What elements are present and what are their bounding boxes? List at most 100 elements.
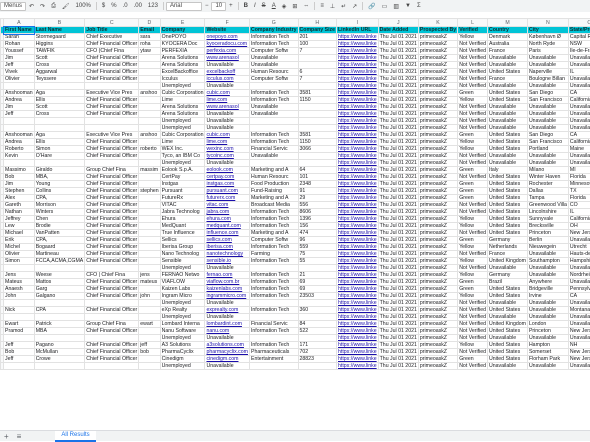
cell[interactable]: Thu Jul 01 2021 <box>378 104 418 111</box>
cell[interactable]: Lime <box>160 97 205 104</box>
cell[interactable]: https://www.linke <box>337 328 379 335</box>
cell[interactable]: Thu Jul 01 2021 <box>378 202 418 209</box>
cell[interactable]: Unavailable <box>568 125 590 132</box>
cell[interactable] <box>139 251 160 258</box>
cell[interactable]: Chief Financial Officer <box>85 62 139 69</box>
column-title-cell[interactable]: Verified <box>458 27 488 34</box>
rotate-icon[interactable]: ↗ <box>349 3 360 10</box>
cell[interactable]: Unavailable <box>568 104 590 111</box>
name-box[interactable]: Menus <box>0 2 26 11</box>
cell[interactable]: Pharmaceuticals <box>249 349 298 356</box>
cell[interactable]: United States <box>488 181 528 188</box>
cell[interactable]: Aggarwal <box>34 69 85 76</box>
cell[interactable]: Unavailable <box>527 118 568 125</box>
cell[interactable] <box>249 83 298 90</box>
cell[interactable]: https://www.linke <box>337 202 379 209</box>
cell[interactable]: United Kingdom <box>488 258 528 265</box>
cell[interactable] <box>4 335 35 342</box>
merge-icon[interactable]: ⇔ <box>300 3 312 9</box>
cell[interactable]: Lincolnshire <box>527 209 568 216</box>
cell[interactable]: Not Verified <box>458 202 488 209</box>
cell[interactable] <box>85 314 139 321</box>
cell[interactable]: Sellics <box>160 237 205 244</box>
cell[interactable]: Unavailable <box>527 265 568 272</box>
cell[interactable]: Green <box>458 181 488 188</box>
cell[interactable]: Chief Financial Officer <box>85 293 139 300</box>
cell[interactable]: Chief Financial Officer <box>85 258 139 265</box>
cell[interactable]: Unavailable <box>568 153 590 160</box>
cell[interactable]: Unavailable <box>527 300 568 307</box>
cell[interactable] <box>298 363 336 370</box>
cell[interactable]: Cubic Corporation <box>160 132 205 139</box>
cell[interactable]: Germany <box>488 272 528 279</box>
cell[interactable]: Unavailable <box>568 321 590 328</box>
cell[interactable]: lombardint.com <box>205 321 250 328</box>
cell[interactable]: Thu Jul 01 2021 <box>378 293 418 300</box>
cell[interactable]: nanotechnology <box>205 251 250 258</box>
cell[interactable]: Information Tech <box>249 216 298 223</box>
cell[interactable]: mateus <box>139 279 160 286</box>
cell[interactable]: primeoaskZ <box>418 118 457 125</box>
cell[interactable]: https://www.linke <box>337 188 379 195</box>
cell[interactable]: United States <box>488 307 528 314</box>
cell[interactable]: 702 <box>298 349 336 356</box>
cell[interactable]: primeoaskZ <box>418 174 457 181</box>
cell[interactable]: https://www.linke <box>337 41 379 48</box>
cell[interactable]: Mateus <box>4 279 35 286</box>
cell[interactable]: Bob <box>4 349 35 356</box>
column-title-cell[interactable]: Company Size <box>298 27 336 34</box>
cell[interactable]: Jim <box>4 181 35 188</box>
cell[interactable]: United States <box>488 188 528 195</box>
cell[interactable] <box>298 111 336 118</box>
cell[interactable]: United States <box>488 139 528 146</box>
cell[interactable]: Chief Financial Officer <box>85 279 139 286</box>
cell[interactable]: Unavailable <box>527 363 568 370</box>
cell[interactable]: Chief Financial Officer <box>85 328 139 335</box>
redo-icon[interactable]: ↷ <box>37 3 48 10</box>
cell[interactable]: United States <box>488 293 528 300</box>
cell[interactable]: Information Tech <box>249 34 298 41</box>
cell[interactable]: Green <box>458 356 488 363</box>
cell[interactable]: Thu Jul 01 2021 <box>378 230 418 237</box>
cell[interactable]: Information Tech <box>249 328 298 335</box>
cell[interactable]: Yellow <box>458 258 488 265</box>
cell[interactable]: Bob <box>4 174 35 181</box>
cell[interactable] <box>139 237 160 244</box>
cell[interactable]: Aga <box>34 132 85 139</box>
cell[interactable]: Thu Jul 01 2021 <box>378 132 418 139</box>
italic-button[interactable]: I <box>251 3 259 9</box>
cell[interactable]: Unavailable <box>527 153 568 160</box>
cell[interactable]: Ehura <box>160 216 205 223</box>
cell[interactable]: Chief Financial Officer <box>85 41 139 48</box>
cell[interactable]: Ellis <box>34 139 85 146</box>
cell[interactable]: primeoaskZ <box>418 125 457 132</box>
cell[interactable]: Yellow <box>458 293 488 300</box>
cell[interactable]: Olivier <box>4 76 35 83</box>
cell[interactable] <box>249 160 298 167</box>
cell[interactable]: Lime <box>160 139 205 146</box>
cell[interactable]: New Jersey <box>568 230 590 237</box>
cell[interactable]: Minnesota <box>568 181 590 188</box>
cell[interactable]: Cross <box>34 111 85 118</box>
cell[interactable]: https://www.linke <box>337 132 379 139</box>
cell[interactable]: Princeton <box>527 230 568 237</box>
cell[interactable]: CA <box>568 132 590 139</box>
font-size-input[interactable]: 10 <box>211 2 226 11</box>
cell[interactable]: https://www.linke <box>337 195 379 202</box>
cell[interactable]: https://www.linke <box>337 181 379 188</box>
column-header-l[interactable]: L <box>458 19 488 27</box>
cell[interactable]: sensible.io <box>205 258 250 265</box>
cell[interactable] <box>139 160 160 167</box>
cell[interactable]: United States <box>488 69 528 76</box>
cell[interactable]: Thu Jul 01 2021 <box>378 258 418 265</box>
cell[interactable] <box>139 286 160 293</box>
cell[interactable]: Brodie <box>34 223 85 230</box>
cell[interactable]: Broadcast Media <box>249 202 298 209</box>
cell[interactable]: Jeff <box>4 342 35 349</box>
cell[interactable]: Food Production <box>249 181 298 188</box>
cell[interactable]: Chief Financial Officer <box>85 174 139 181</box>
cell[interactable]: futurerx.com <box>205 195 250 202</box>
cell[interactable]: Thu Jul 01 2021 <box>378 328 418 335</box>
cell[interactable]: roberto <box>139 146 160 153</box>
cell[interactable]: Chief Financial Officer <box>85 188 139 195</box>
